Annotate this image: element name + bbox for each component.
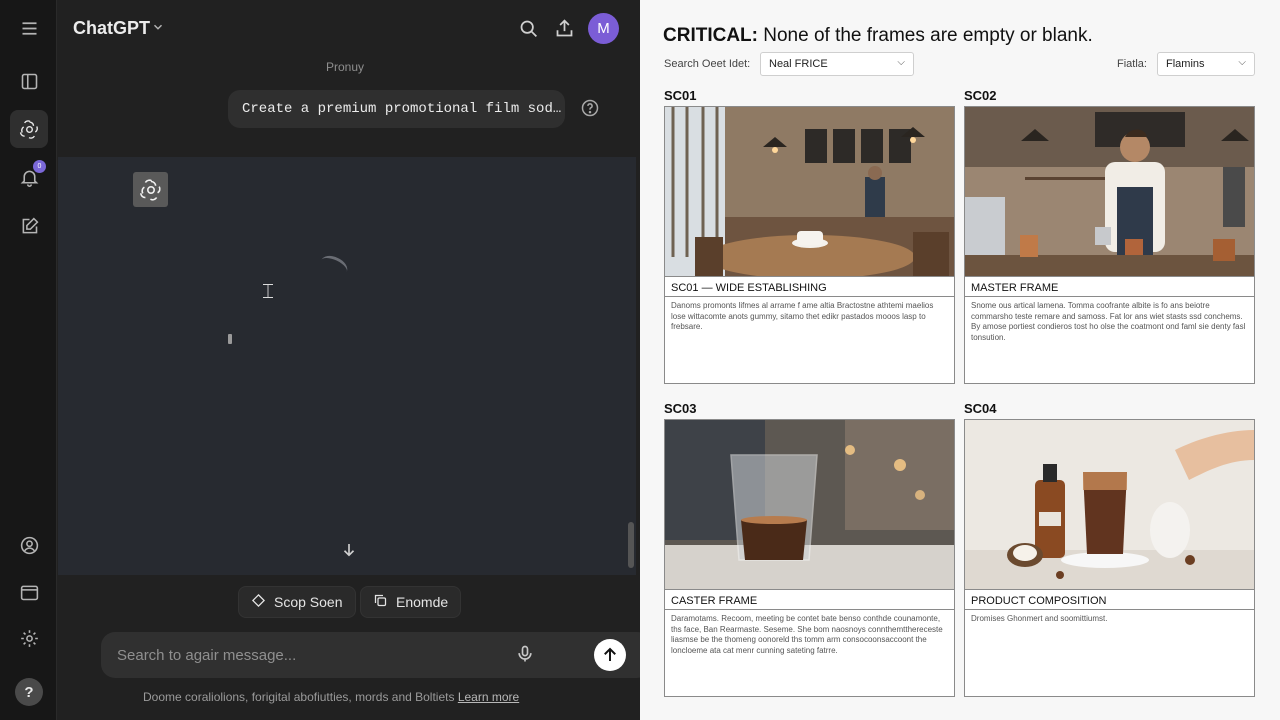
scene-frame-sc03[interactable]: CASTER FRAME Daramotams. Recoom, meeting… [664,419,955,697]
title-rest: None of the frames are empty or blank. [757,25,1093,46]
scene-id: SC01 [664,88,697,103]
barista-image [965,107,1254,276]
scene-frame-sc01[interactable]: SC01 — WIDE ESTABLISHING Danoms promonts… [664,106,955,384]
message-composer [101,632,651,678]
profile-icon[interactable] [10,526,48,564]
chevron-down-icon[interactable] [151,20,165,39]
scene-id: SC02 [964,88,997,103]
new-chat-icon[interactable] [10,207,48,245]
notification-badge: 0 [33,160,46,173]
storyboard-panel: CRITICAL: None of the frames are empty o… [640,0,1280,720]
scene-description: Daramotams. Recoom, meeting be contet ba… [671,614,943,655]
scene-frame-sc02[interactable]: MASTER FRAME Snome ous artical lamena. T… [964,106,1255,384]
chevron-down-icon: ⌵ [897,57,905,68]
chevron-down-icon: ⌵ [1238,57,1246,68]
scene-id: SC03 [664,401,697,416]
typing-caret [228,334,232,344]
sidebar-toggle-icon[interactable] [10,62,48,100]
filter2-label: Fiatla: [1117,58,1147,70]
folder-icon[interactable] [10,573,48,611]
scene-caption: PRODUCT COMPOSITION [965,589,1254,610]
left-rail: 0 ? [0,0,57,720]
panel-title: CRITICAL: None of the frames are empty o… [663,25,1093,47]
microphone-icon[interactable] [515,643,537,667]
scene-description: Dromises Ghonmert and soomittiumst. [971,614,1108,623]
help-icon[interactable]: ? [15,678,43,706]
espresso-glass-image [665,420,954,589]
filter1-label: Search Oeet Idet: [664,58,751,70]
scene-caption: MASTER FRAME [965,276,1254,297]
chip-label: Scop Soen [274,594,343,610]
assistant-response-area: ⌶ [58,157,636,575]
scene-caption: SC01 — WIDE ESTABLISHING [665,276,954,297]
question-circle-icon[interactable] [580,98,602,120]
model-selector[interactable]: ChatGPT [73,18,150,39]
learn-more-link[interactable]: Learn more [458,690,519,704]
disclaimer-text: Doome coraliolions, forigital abofiuttie… [143,690,455,704]
send-button[interactable] [594,639,626,671]
filter2-value: Flamins [1166,58,1205,70]
search-icon[interactable] [515,15,541,41]
suggestion-chip-2[interactable]: Enomde [360,586,462,618]
sparkle-icon [251,593,266,611]
scene-caption: CASTER FRAME [665,589,954,610]
user-message-bubble: Create a premium promotional film sod… [228,90,565,128]
notification-bell-icon[interactable]: 0 [10,158,48,196]
scene-description: Danoms promonts lifmes al arrame f ame a… [671,301,934,331]
title-strong: CRITICAL: [663,25,758,46]
filter1-value: Neal FRICE [769,58,828,70]
prompt-label: Pronuy [326,60,365,74]
copy-icon [373,593,388,611]
chat-header: ChatGPT M [58,0,640,58]
assistant-logo-icon [133,172,168,207]
cafe-interior-image [665,107,954,276]
filter1-select[interactable]: Neal FRICE ⌵ [760,52,914,76]
chip-label: Enomde [396,594,449,610]
settings-gear-icon[interactable] [10,619,48,657]
scroll-down-icon[interactable] [337,538,361,562]
menu-icon[interactable] [10,9,48,47]
product-composition-image [965,420,1254,589]
loading-spinner [317,251,351,281]
footer-disclaimer: Doome coraliolions, forigital abofiuttie… [143,690,519,704]
app-window: 0 ? ChatGPT M Pronuy Create a premium pr… [0,0,1280,720]
scene-description: Snome ous artical lamena. Tomma coofrant… [971,301,1246,342]
scene-id: SC04 [964,401,997,416]
suggestion-chip-1[interactable]: Scop Soen [238,586,356,618]
text-cursor-icon: ⌶ [262,281,274,303]
filter2-select[interactable]: Flamins ⌵ [1157,52,1255,76]
user-avatar[interactable]: M [588,13,619,44]
chat-pane: ChatGPT M Pronuy Create a premium promot… [58,0,651,720]
scrollbar[interactable] [628,522,634,568]
scene-frame-sc04[interactable]: PRODUCT COMPOSITION Dromises Ghonmert an… [964,419,1255,697]
chatgpt-logo-icon[interactable] [10,110,48,148]
message-input[interactable] [117,642,477,668]
share-icon[interactable] [551,15,577,41]
